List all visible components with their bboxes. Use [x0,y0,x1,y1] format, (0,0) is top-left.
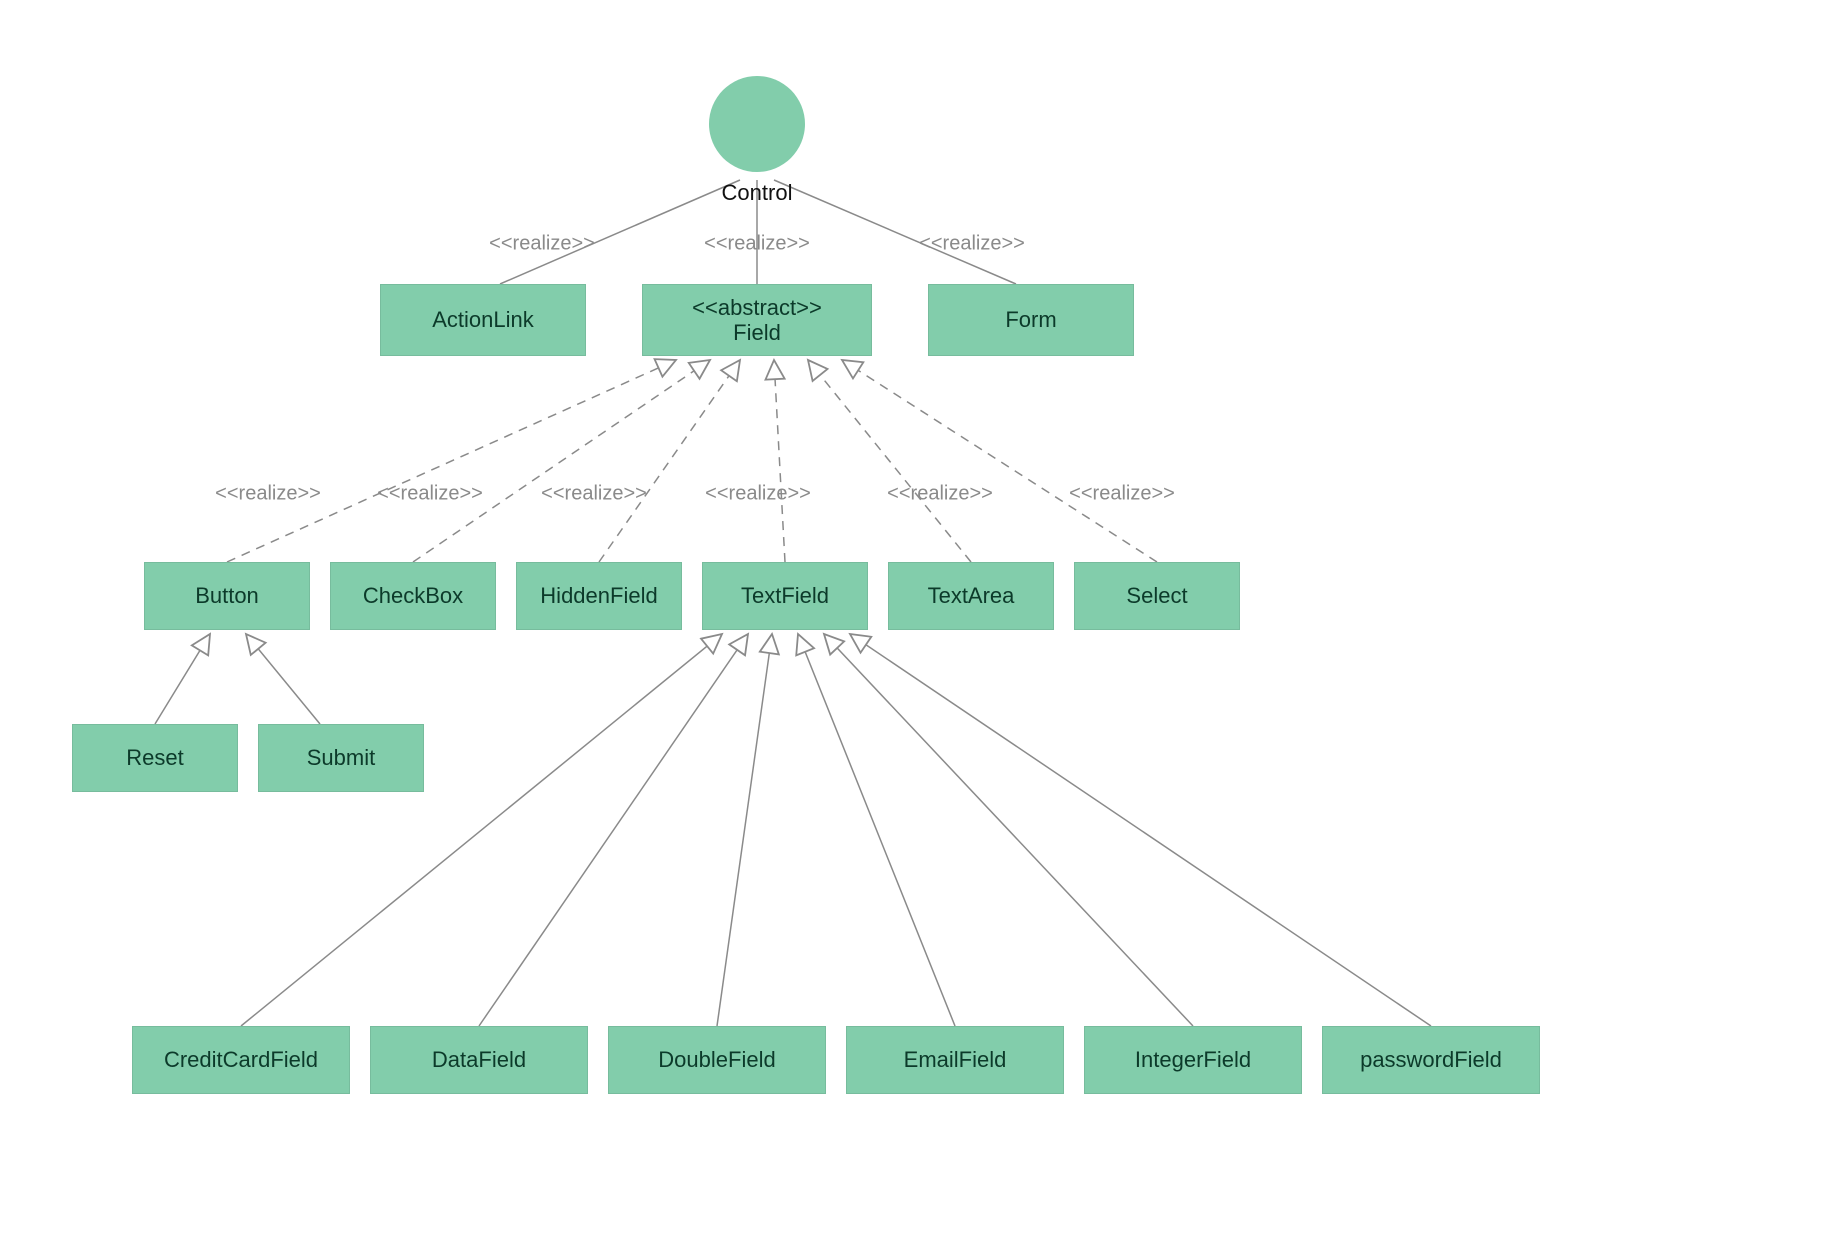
node-form: Form [928,284,1134,356]
node-label: HiddenField [540,583,657,608]
root-label: Control [722,180,793,206]
realize-label-field: <<realize>> [704,233,810,256]
diagram-canvas: Control <<realize>> <<realize>> <<realiz… [0,0,1838,1248]
node-label: ActionLink [432,307,534,332]
node-label: Button [195,583,259,608]
node-label: Field [733,320,781,345]
node-label: TextField [741,583,829,608]
node-textfield: TextField [702,562,868,630]
realize-label-form: <<realize>> [919,233,1025,256]
realize-label-actionlink: <<realize>> [489,233,595,256]
edge-button-realizes-field [227,360,676,562]
edge-hiddenfield-realizes-field [599,360,740,562]
node-hiddenfield: HiddenField [516,562,682,630]
node-checkbox: CheckBox [330,562,496,630]
edge-checkbox-realizes-field [413,360,710,562]
edge-textfield-realizes-field [774,360,785,562]
edge-creditcard-extends-textfield [241,634,722,1026]
node-label: CheckBox [363,583,463,608]
edge-submit-extends-button [246,634,320,724]
node-label: Form [1005,307,1056,332]
node-integerfield: IntegerField [1084,1026,1302,1094]
realize-label-textarea: <<realize>> [887,483,993,506]
edge-passwordfield-extends-textfield [850,634,1431,1026]
edge-doublefield-extends-textfield [717,634,772,1026]
edge-datafield-extends-textfield [479,634,748,1026]
edge-emailfield-extends-textfield [798,634,955,1026]
node-label: passwordField [1360,1047,1502,1072]
realize-label-select: <<realize>> [1069,483,1175,506]
node-label: Select [1126,583,1187,608]
node-select: Select [1074,562,1240,630]
node-label: Submit [307,745,375,770]
edge-integerfield-extends-textfield [824,634,1193,1026]
edge-textarea-realizes-field [808,360,971,562]
edge-reset-extends-button [155,634,210,724]
node-actionlink: ActionLink [380,284,586,356]
node-field: <<abstract>> Field [642,284,872,356]
node-button: Button [144,562,310,630]
node-textarea: TextArea [888,562,1054,630]
root-circle [709,76,805,172]
node-label: IntegerField [1135,1047,1251,1072]
node-submit: Submit [258,724,424,792]
node-creditcardfield: CreditCardField [132,1026,350,1094]
abstract-stereotype: <<abstract>> [692,295,822,320]
node-reset: Reset [72,724,238,792]
node-label: TextArea [928,583,1015,608]
realize-label-hiddenfield: <<realize>> [541,483,647,506]
node-label: DoubleField [658,1047,775,1072]
realize-label-checkbox: <<realize>> [377,483,483,506]
edge-select-realizes-field [842,360,1157,562]
node-emailfield: EmailField [846,1026,1064,1094]
realize-label-button: <<realize>> [215,483,321,506]
realize-label-textfield: <<realize>> [705,483,811,506]
node-passwordfield: passwordField [1322,1026,1540,1094]
node-datafield: DataField [370,1026,588,1094]
node-doublefield: DoubleField [608,1026,826,1094]
node-label: CreditCardField [164,1047,318,1072]
node-label: EmailField [904,1047,1007,1072]
node-label: DataField [432,1047,526,1072]
node-label: Reset [126,745,183,770]
